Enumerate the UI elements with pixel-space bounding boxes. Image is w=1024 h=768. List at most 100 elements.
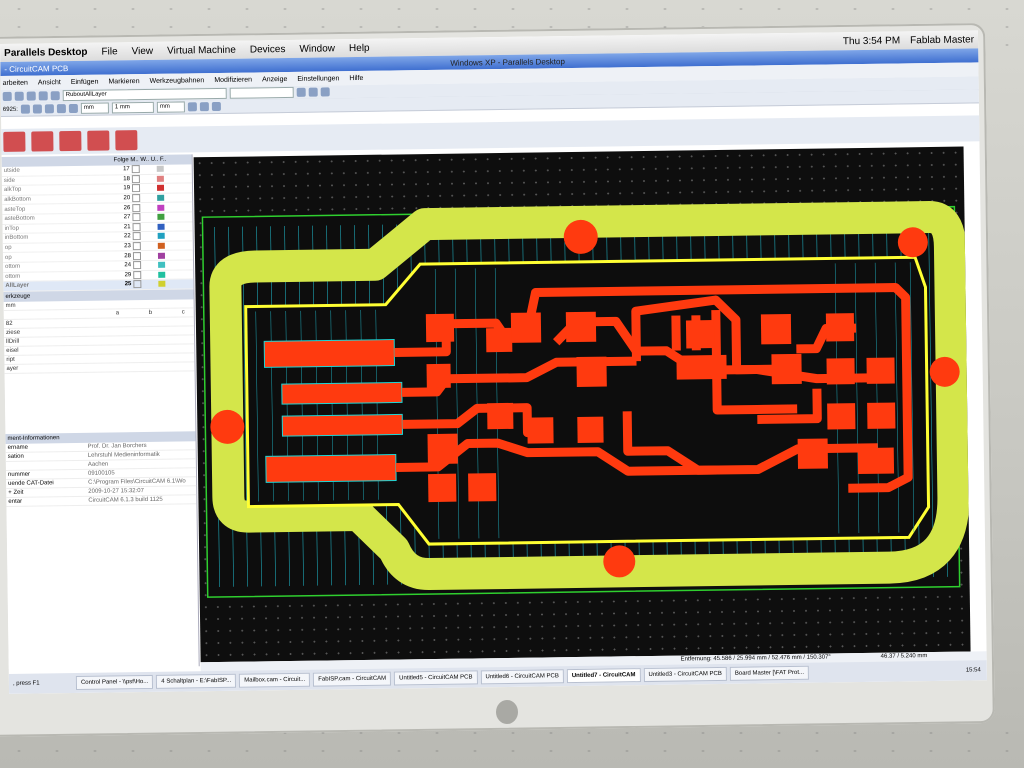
layer-color-swatch[interactable] <box>156 185 165 192</box>
layer-color-swatch[interactable] <box>157 204 165 211</box>
import-tool-icon[interactable] <box>3 131 26 152</box>
layer-checkbox[interactable] <box>132 213 141 222</box>
taskbar-button[interactable]: Untitled3 - CircuitCAM PCB <box>643 666 727 683</box>
open-icon[interactable] <box>14 91 24 101</box>
pad-ic1[interactable] <box>510 312 542 343</box>
pad-ic5[interactable] <box>760 313 792 345</box>
pad-ic10[interactable] <box>827 403 856 430</box>
circle-tool-icon[interactable] <box>187 102 197 112</box>
layer-color-swatch[interactable] <box>157 242 165 249</box>
layer-color-swatch[interactable] <box>157 252 166 259</box>
layer-checkbox[interactable] <box>132 203 141 212</box>
mac-app-name[interactable]: Parallels Desktop <box>4 46 88 58</box>
taskbar-button[interactable]: Untitled6 - CircuitCAM PCB <box>480 669 564 685</box>
pad-ic12[interactable] <box>857 447 895 475</box>
mac-user[interactable]: Fablab Master <box>910 34 974 46</box>
layer-color-swatch[interactable] <box>156 175 164 182</box>
layer-checkbox[interactable] <box>133 261 142 270</box>
layer-checkbox[interactable] <box>131 184 141 193</box>
usb-pad-3[interactable] <box>281 413 403 437</box>
pad-ic3[interactable] <box>685 320 715 349</box>
aux-select[interactable] <box>229 86 294 99</box>
layer-checkbox[interactable] <box>131 174 140 184</box>
pcb-drawing[interactable] <box>194 147 971 663</box>
export-tool-icon[interactable] <box>87 130 110 151</box>
zoom-value[interactable]: 6925: <box>3 106 18 112</box>
usb-pad-4[interactable] <box>265 454 397 483</box>
machine-tool-icon[interactable] <box>115 130 138 151</box>
menu-toolpaths[interactable]: Werkzeugbahnen <box>150 77 205 85</box>
pad-ic9[interactable] <box>866 357 895 384</box>
pad-c3[interactable] <box>527 417 554 444</box>
layer-color-swatch[interactable] <box>157 213 165 221</box>
line-tool-icon[interactable] <box>56 104 66 114</box>
pad-q1[interactable] <box>576 356 607 387</box>
layer-checkbox[interactable] <box>132 251 142 260</box>
pad-ic7[interactable] <box>771 353 802 385</box>
layer-checkbox[interactable] <box>132 194 141 203</box>
layer-checkbox[interactable] <box>133 280 142 289</box>
usb-pad-2[interactable] <box>281 381 403 405</box>
menu-select[interactable]: Markieren <box>108 78 139 85</box>
layer-checkbox[interactable] <box>132 232 141 241</box>
text-tool-icon[interactable] <box>211 101 221 112</box>
pad-c6[interactable] <box>468 473 497 502</box>
save-icon[interactable] <box>26 91 36 101</box>
pad-ic11[interactable] <box>867 402 896 429</box>
layer-color-swatch[interactable] <box>157 223 165 230</box>
menu-help[interactable]: Hilfe <box>349 74 363 81</box>
mac-clock[interactable]: Thu 3:54 PM <box>843 35 900 47</box>
menu-edit[interactable]: arbeiten <box>2 79 27 86</box>
taskbar-button[interactable]: Control Panel - \\psf\Ho... <box>75 674 154 691</box>
layer-checkbox[interactable] <box>131 165 140 174</box>
insulate-tool-icon[interactable] <box>59 130 82 152</box>
taskbar-button[interactable]: FabISP.cam - CircuitCAM <box>313 671 392 687</box>
arc-tool-icon[interactable] <box>68 103 78 114</box>
layer-color-swatch[interactable] <box>158 281 166 288</box>
taskbar-button[interactable]: 4 Schaltplan - E:\FabISP... <box>156 673 237 689</box>
rect-tool-icon[interactable] <box>199 102 209 112</box>
layer-color-swatch[interactable] <box>156 166 164 173</box>
taskbar-button[interactable]: Board Master [\FAT Prot... <box>729 665 810 681</box>
menu-modify[interactable]: Modifizieren <box>214 76 252 84</box>
pad-c5[interactable] <box>428 473 457 503</box>
pad-ic8[interactable] <box>826 358 855 385</box>
width-select[interactable]: 1 mm <box>111 101 154 114</box>
layer-checkbox[interactable] <box>132 242 141 251</box>
delete-icon[interactable] <box>320 87 330 97</box>
contour-tool-icon[interactable] <box>31 131 54 152</box>
new-icon[interactable] <box>2 91 12 101</box>
pad-r2[interactable] <box>486 327 513 353</box>
menu-settings[interactable]: Einstellungen <box>297 75 339 83</box>
pointer-icon[interactable] <box>44 104 54 114</box>
layer-color-swatch[interactable] <box>158 271 166 278</box>
usb-pad-1[interactable] <box>263 339 396 368</box>
unit-select[interactable]: mm <box>80 102 109 114</box>
pcb-canvas[interactable] <box>193 146 971 663</box>
menu-insert[interactable]: Einfügen <box>71 78 99 85</box>
pad-r1[interactable] <box>425 313 455 343</box>
pad-c1[interactable] <box>426 363 451 389</box>
pad-ic6[interactable] <box>825 313 855 342</box>
pad-c4[interactable] <box>427 433 458 465</box>
menu-display[interactable]: Anzeige <box>262 75 287 82</box>
layer-color-swatch[interactable] <box>158 261 166 269</box>
tool-row[interactable]: ayer <box>4 362 195 374</box>
undo-icon[interactable] <box>50 91 60 101</box>
mac-menu-window[interactable]: Window <box>299 43 335 54</box>
pad-q2[interactable] <box>577 416 604 443</box>
zoom-in-icon[interactable] <box>20 104 30 114</box>
copy-icon[interactable] <box>296 87 306 97</box>
mac-menu-help[interactable]: Help <box>349 42 370 53</box>
mac-menu-view[interactable]: View <box>132 45 154 56</box>
pad-c2[interactable] <box>487 402 514 430</box>
layer-checkbox[interactable] <box>133 270 142 279</box>
mac-menu-file[interactable]: File <box>101 46 117 57</box>
taskbar-button[interactable]: Untitled7 - CircuitCAM <box>566 668 641 684</box>
taskbar-button[interactable]: Untitled5 - CircuitCAM PCB <box>394 670 478 686</box>
menu-view[interactable]: Ansicht <box>38 79 61 86</box>
paste-icon[interactable] <box>308 87 318 97</box>
pad-ic4[interactable] <box>676 354 727 380</box>
mac-menu-devices[interactable]: Devices <box>250 44 286 55</box>
cut-icon[interactable] <box>38 91 48 101</box>
